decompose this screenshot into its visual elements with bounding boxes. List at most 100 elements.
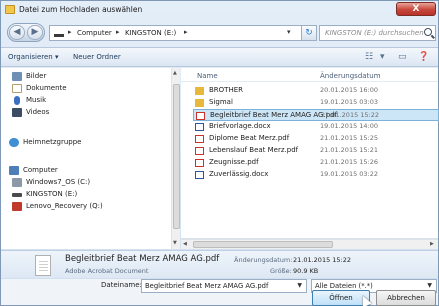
preview-pane-icon[interactable]: ▭ xyxy=(398,52,407,62)
file-row[interactable]: Zeugnisse.pdf 21.01.2015 15:26 xyxy=(193,157,439,169)
videos-library-icon xyxy=(12,108,22,117)
navigation-pane: Bilder Dokumente Musik Videos Heimnetzgr… xyxy=(1,68,180,249)
breadcrumb-separator: ▸ xyxy=(68,28,72,36)
documents-library-icon xyxy=(12,84,22,93)
file-row[interactable]: Briefvorlage.docx 19.01.2015 14:00 xyxy=(193,121,439,133)
file-row[interactable]: Lebenslauf Beat Merz.pdf 21.01.2015 15:2… xyxy=(193,145,439,157)
column-header-name[interactable]: Name xyxy=(197,68,218,82)
nav-item-drive-c[interactable]: Windows7_OS (C:) xyxy=(9,177,177,189)
file-date: 21.01.2015 15:22 xyxy=(321,111,380,119)
file-name: Zeugnisse.pdf xyxy=(209,158,259,166)
nav-item-musik[interactable]: Musik xyxy=(9,95,177,107)
pdf-file-icon xyxy=(195,159,204,167)
nav-item-videos[interactable]: Videos xyxy=(9,107,177,119)
nav-item-lenovo-recovery[interactable]: Lenovo_Recovery (Q:) xyxy=(9,201,177,213)
filetype-value: Alle Dateien (*.*) xyxy=(315,282,373,290)
nav-item-bilder[interactable]: Bilder xyxy=(9,71,177,83)
details-size-label: Größe: xyxy=(270,267,292,275)
file-name: Lebenslauf Beat Merz.pdf xyxy=(209,146,299,154)
pictures-library-icon xyxy=(12,72,22,81)
file-date: 20.01.2015 16:00 xyxy=(320,86,379,94)
folder-icon xyxy=(5,5,15,14)
address-bar[interactable]: ▸ Computer ▸ KINGSTON (E:) ▸ ▾ xyxy=(49,25,303,41)
file-list: Name Änderungsdatum BROTHER 20.01.2015 1… xyxy=(181,68,439,238)
word-file-icon xyxy=(195,171,204,179)
nav-item-label: Dokumente xyxy=(26,84,67,92)
file-name: Sigmal xyxy=(209,98,233,106)
nav-item-computer[interactable]: Computer xyxy=(9,165,177,177)
horizontal-scrollbar[interactable]: ◀ ▶ xyxy=(181,239,438,249)
breadcrumb-kingston[interactable]: KINGSTON (E:) xyxy=(125,29,176,37)
file-date: 19.01.2015 03:03 xyxy=(320,98,379,106)
homegroup-icon xyxy=(9,138,19,147)
scroll-down-icon[interactable]: ▼ xyxy=(173,240,177,246)
file-row-selected[interactable]: Begleitbrief Beat Merz AMAG AG.pdf 21.01… xyxy=(193,109,439,121)
search-placeholder: KINGSTON (E:) durchsuchen xyxy=(325,29,424,37)
search-input[interactable]: KINGSTON (E:) durchsuchen xyxy=(319,25,436,41)
recovery-drive-icon xyxy=(12,202,22,211)
filename-label: Dateiname: xyxy=(101,281,142,289)
navigation-buttons: ◀ ▶ xyxy=(7,23,45,42)
file-date: 19.01.2015 14:00 xyxy=(320,122,379,130)
file-row[interactable]: Sigmal 19.01.2015 03:03 xyxy=(193,97,439,109)
chevron-down-icon[interactable]: ▾ xyxy=(287,28,291,36)
column-header-date[interactable]: Änderungsdatum xyxy=(320,68,381,82)
chevron-down-icon[interactable]: ▼ xyxy=(297,282,302,289)
music-library-icon xyxy=(14,96,20,105)
chevron-down-icon[interactable]: ▾ xyxy=(380,52,385,62)
file-row[interactable]: BROTHER 20.01.2015 16:00 xyxy=(193,85,439,97)
breadcrumb-separator: ▸ xyxy=(184,28,188,36)
chevron-down-icon[interactable]: ▼ xyxy=(427,282,432,289)
file-date: 19.01.2015 03:22 xyxy=(320,170,379,178)
breadcrumb-computer[interactable]: Computer xyxy=(77,29,112,37)
back-button[interactable]: ◀ xyxy=(9,25,25,40)
help-icon[interactable]: ❓ xyxy=(418,52,429,62)
pdf-file-icon xyxy=(195,147,204,155)
file-date: 21.01.2015 15:21 xyxy=(320,146,379,154)
details-pane: Begleitbrief Beat Merz AMAG AG.pdf Adobe… xyxy=(1,250,438,278)
nav-item-label: Windows7_OS (C:) xyxy=(26,178,91,186)
location-icon xyxy=(54,30,64,37)
nav-item-label: Musik xyxy=(26,96,47,104)
nav-item-kingston[interactable]: KINGSTON (E:) xyxy=(9,189,177,201)
scroll-up-icon[interactable]: ▲ xyxy=(173,70,177,76)
file-row[interactable]: Zuverlässig.docx 19.01.2015 03:22 xyxy=(193,169,439,181)
nav-item-label: Heimnetzgruppe xyxy=(23,138,82,146)
filename-input[interactable]: Begleitbrief Beat Merz AMAG AG.pdf ▼ xyxy=(141,279,307,293)
word-file-icon xyxy=(195,123,204,131)
file-date: 21.01.2015 15:25 xyxy=(320,134,379,142)
file-date: 21.01.2015 15:26 xyxy=(320,158,379,166)
file-name: Briefvorlage.docx xyxy=(209,122,271,130)
filename-value: Begleitbrief Beat Merz AMAG AG.pdf xyxy=(145,282,269,290)
details-file-name: Begleitbrief Beat Merz AMAG AG.pdf xyxy=(65,254,220,264)
file-name: Begleitbrief Beat Merz AMAG AG.pdf xyxy=(210,111,338,119)
details-modified-value: 21.01.2015 15:22 xyxy=(293,256,352,264)
command-bar: Organisieren ▾ Neuer Ordner ☷ ▾ ▭ ❓ xyxy=(1,47,438,67)
nav-item-heimnetzgruppe[interactable]: Heimnetzgruppe xyxy=(9,137,177,149)
scroll-left-icon[interactable]: ◀ xyxy=(183,241,187,247)
close-button[interactable]: X xyxy=(396,2,436,16)
details-file-type: Adobe Acrobat Document xyxy=(65,267,149,275)
refresh-button[interactable]: ↻ xyxy=(301,25,317,41)
drive-c-icon xyxy=(12,178,22,187)
nav-scrollbar[interactable]: ▲ ▼ xyxy=(171,68,180,249)
nav-item-label: Lenovo_Recovery (Q:) xyxy=(26,202,103,210)
breadcrumb-separator: ▸ xyxy=(116,28,120,36)
scroll-thumb[interactable] xyxy=(193,241,333,248)
address-row: ◀ ▶ ▸ Computer ▸ KINGSTON (E:) ▸ ▾ ↻ KIN… xyxy=(1,21,438,45)
search-icon xyxy=(424,28,432,36)
nav-item-dokumente[interactable]: Dokumente xyxy=(9,83,177,95)
organize-menu[interactable]: Organisieren ▾ xyxy=(8,53,58,61)
scroll-thumb[interactable] xyxy=(173,84,180,229)
view-options-icon[interactable]: ☷ xyxy=(365,52,373,62)
nav-item-label: Computer xyxy=(23,166,58,174)
file-thumbnail xyxy=(35,255,51,276)
file-row[interactable]: Diplome Beat Merz.pdf 21.01.2015 15:25 xyxy=(193,133,439,145)
new-folder-button[interactable]: Neuer Ordner xyxy=(73,53,121,61)
cancel-button[interactable]: Abbrechen xyxy=(376,290,436,306)
title-bar[interactable]: Datei zum Hochladen auswählen X xyxy=(1,1,438,19)
column-header-bar xyxy=(181,68,438,82)
nav-item-label: KINGSTON (E:) xyxy=(26,190,78,198)
forward-button[interactable]: ▶ xyxy=(27,25,43,40)
scroll-right-icon[interactable]: ▶ xyxy=(430,241,434,247)
